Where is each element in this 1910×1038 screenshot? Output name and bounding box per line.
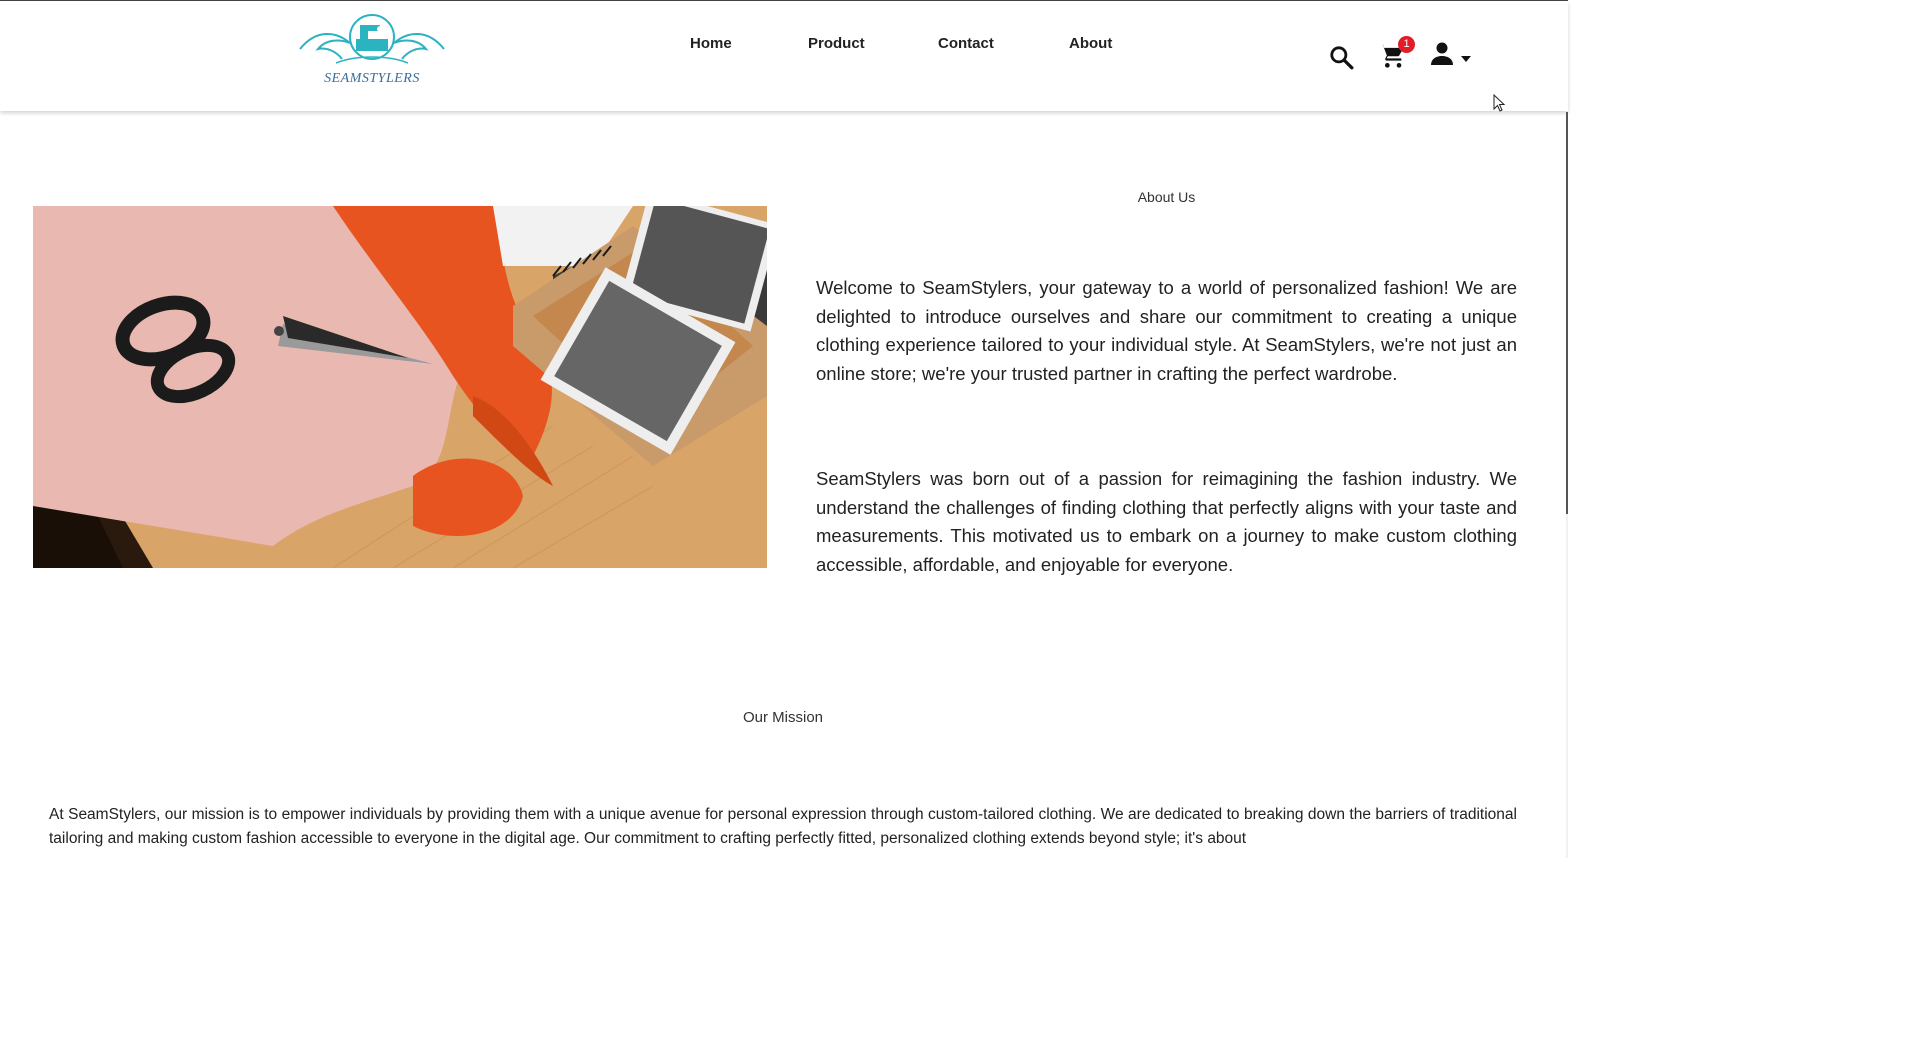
nav-about[interactable]: About [1069, 35, 1112, 52]
nav-product[interactable]: Product [808, 35, 865, 52]
nav-home[interactable]: Home [690, 35, 732, 52]
our-mission-heading: Our Mission [742, 709, 824, 726]
tailoring-hero-image [33, 206, 767, 568]
user-icon[interactable] [1430, 41, 1454, 72]
search-icon[interactable] [1328, 44, 1354, 75]
caret-down-icon[interactable] [1461, 49, 1471, 67]
about-us-heading: About Us [1137, 189, 1196, 205]
mission-paragraph: At SeamStylers, our mission is to empowe… [49, 806, 1517, 847]
scrollbar-thumb[interactable] [1566, 112, 1568, 514]
about-paragraph-1: Welcome to SeamStylers, your gateway to … [816, 277, 1517, 384]
cart-count-badge: 1 [1398, 36, 1415, 53]
mouse-cursor-icon [1493, 93, 1506, 117]
nav-contact[interactable]: Contact [938, 35, 994, 52]
navbar: SEAMSTYLERS Home Product Contact About 1 [0, 1, 1568, 111]
sewing-machine-logo-icon [299, 14, 445, 64]
about-paragraph-2: SeamStylers was born out of a passion fo… [816, 468, 1517, 575]
brand-logo[interactable]: SEAMSTYLERS [296, 9, 448, 86]
brand-name: SEAMSTYLERS [324, 71, 420, 86]
